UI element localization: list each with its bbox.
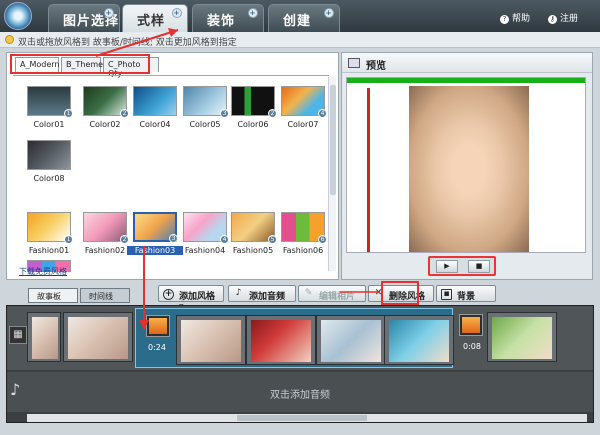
- annotation-arrows: [95, 28, 380, 330]
- arrow-head-top: [168, 28, 178, 37]
- arrow-head-down: [139, 320, 149, 330]
- arrow-line-top: [95, 29, 179, 57]
